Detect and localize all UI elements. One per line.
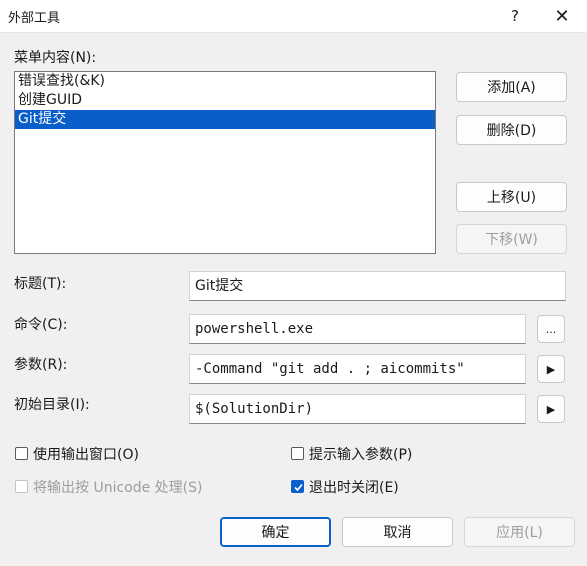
delete-button[interactable]: 删除(D)	[456, 115, 567, 145]
arguments-label: 参数(R):	[14, 357, 68, 373]
title-bar: 外部工具 ? ✕	[0, 0, 587, 33]
list-item-selected[interactable]: Git提交	[15, 110, 435, 129]
arguments-field[interactable]: -Command "git add . ; aicommits"	[189, 354, 526, 384]
close-on-exit-checkbox[interactable]	[291, 480, 304, 493]
treat-output-unicode-checkbox[interactable]	[15, 480, 28, 493]
move-up-button[interactable]: 上移(U)	[456, 182, 567, 212]
add-button[interactable]: 添加(A)	[456, 72, 567, 102]
list-item[interactable]: 错误查找(&K)	[15, 72, 435, 91]
title-label: 标题(T):	[14, 276, 67, 292]
cancel-button[interactable]: 取消	[342, 517, 453, 547]
initial-directory-label: 初始目录(I):	[14, 397, 90, 413]
command-label: 命令(C):	[14, 317, 68, 333]
initial-directory-field[interactable]: $(SolutionDir)	[189, 394, 526, 424]
prompt-arguments-label[interactable]: 提示输入参数(P)	[309, 444, 412, 464]
arguments-menu-arrow-icon[interactable]: ▶	[537, 355, 565, 383]
directory-menu-arrow-icon[interactable]: ▶	[537, 395, 565, 423]
command-field[interactable]: powershell.exe	[189, 314, 526, 344]
help-button[interactable]: ?	[493, 0, 537, 32]
apply-button[interactable]: 应用(L)	[464, 517, 575, 547]
title-field[interactable]: Git提交	[189, 271, 566, 301]
checkmark-icon	[294, 483, 303, 492]
menu-contents-list[interactable]: 错误查找(&K) 创建GUID Git提交	[14, 71, 436, 254]
window-title: 外部工具	[8, 11, 61, 26]
list-item[interactable]: 创建GUID	[15, 91, 435, 110]
external-tools-dialog: 外部工具 ? ✕ 菜单内容(N): 错误查找(&K) 创建GUID Git提交 …	[0, 0, 587, 566]
browse-button[interactable]: ...	[537, 315, 565, 343]
close-button[interactable]: ✕	[540, 0, 584, 32]
close-on-exit-label[interactable]: 退出时关闭(E)	[309, 477, 399, 497]
menu-contents-label: 菜单内容(N):	[14, 50, 97, 66]
prompt-arguments-checkbox[interactable]	[291, 447, 304, 460]
treat-output-unicode-label: 将输出按 Unicode 处理(S)	[33, 480, 203, 496]
use-output-window-checkbox[interactable]	[15, 447, 28, 460]
ok-button[interactable]: 确定	[220, 517, 331, 547]
use-output-window-label[interactable]: 使用输出窗口(O)	[33, 444, 139, 464]
move-down-button[interactable]: 下移(W)	[456, 224, 567, 254]
